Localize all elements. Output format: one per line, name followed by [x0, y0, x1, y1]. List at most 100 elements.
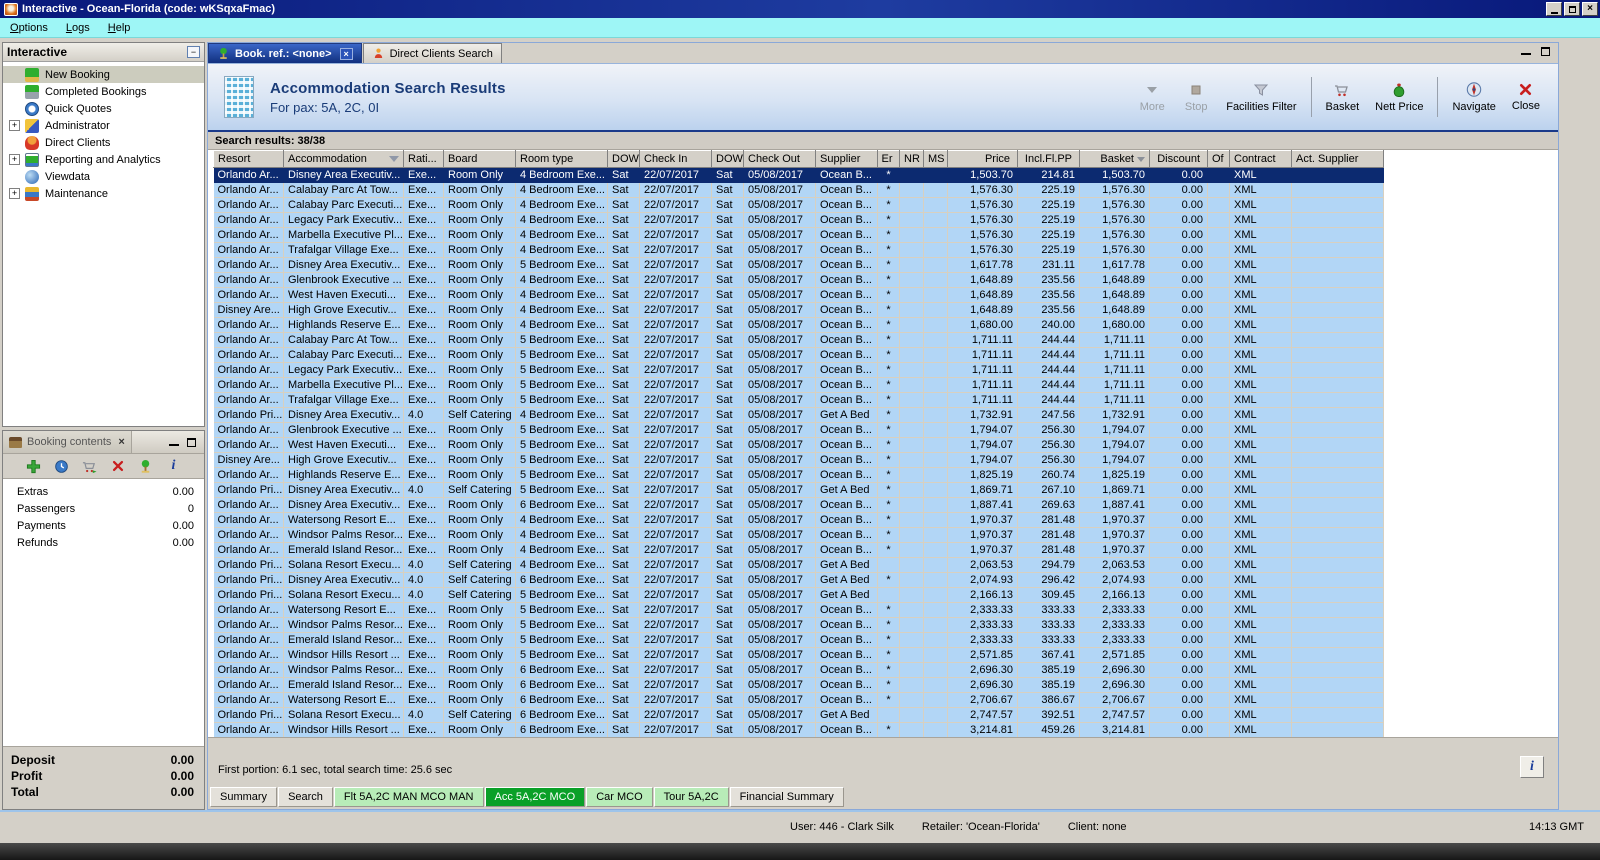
expand-toggle[interactable]: [9, 69, 20, 80]
minimize-button[interactable]: [1546, 2, 1562, 16]
section-tab[interactable]: Flt 5A,2C MAN MCO MAN: [333, 787, 484, 807]
table-row[interactable]: Orlando Ar... Trafalgar Village Exe... Exe…: [213, 392, 1558, 408]
column-header[interactable]: Contract: [1229, 150, 1292, 168]
column-header[interactable]: Discount: [1149, 150, 1208, 168]
expand-toggle[interactable]: +: [9, 154, 20, 165]
column-header[interactable]: Incl.Fl.PP: [1017, 150, 1080, 168]
section-tab[interactable]: Car MCO: [586, 787, 653, 807]
move-to-basket-button[interactable]: [81, 457, 99, 475]
table-row[interactable]: Orlando Ar... Windsor Palms Resor... Exe..…: [213, 527, 1558, 543]
expand-toggle[interactable]: +: [9, 120, 20, 131]
sidebar-item[interactable]: Quick Quotes: [3, 100, 204, 117]
table-row[interactable]: Orlando Ar... Windsor Hills Resort ... Exe…: [213, 647, 1558, 663]
info-button[interactable]: i: [1520, 756, 1544, 778]
expand-toggle[interactable]: [9, 171, 20, 182]
table-row[interactable]: Orlando Pri... Solana Resort Execu... 4.0 …: [213, 587, 1558, 603]
column-header[interactable]: Accommodation: [283, 150, 404, 168]
table-row[interactable]: Orlando Ar... Emerald Island Resor... Exe.…: [213, 677, 1558, 693]
table-row[interactable]: Orlando Pri... Disney Area Executiv... 4.0…: [213, 482, 1558, 498]
booking-contents-row[interactable]: Passengers 0: [3, 500, 204, 517]
column-header[interactable]: Board: [443, 150, 516, 168]
column-header[interactable]: Rati...: [403, 150, 444, 168]
menu-options[interactable]: Options: [10, 22, 48, 34]
table-row[interactable]: Orlando Ar... Emerald Island Resor... Exe.…: [213, 542, 1558, 558]
table-row[interactable]: Orlando Ar... Marbella Executive Pl... Exe…: [213, 227, 1558, 243]
nett-price-button[interactable]: Nett Price: [1367, 78, 1431, 117]
table-row[interactable]: Orlando Ar... Watersong Resort E... Exe...…: [213, 602, 1558, 618]
table-row[interactable]: Orlando Ar... Disney Area Executiv... Exe.…: [213, 167, 1558, 183]
table-row[interactable]: Orlando Ar... Highlands Reserve E... Exe..…: [213, 317, 1558, 333]
table-row[interactable]: Orlando Pri... Disney Area Executiv... 4.0…: [213, 572, 1558, 588]
close-window-button[interactable]: ×: [1582, 2, 1598, 16]
table-row[interactable]: Orlando Ar... Calabay Parc Executi... Exe.…: [213, 347, 1558, 363]
panel-minimize-icon[interactable]: [1521, 47, 1531, 55]
panel-maximize-icon[interactable]: [1541, 47, 1550, 56]
section-tab[interactable]: Search: [278, 787, 333, 807]
booking-contents-tab[interactable]: Booking contents ×: [3, 431, 132, 453]
navigate-button[interactable]: Navigate: [1444, 77, 1503, 117]
table-row[interactable]: Orlando Pri... Disney Area Executiv... 4.0…: [213, 407, 1558, 423]
sidebar-item[interactable]: Completed Bookings: [3, 83, 204, 100]
quick-quote-button[interactable]: [53, 457, 71, 475]
close-tab-icon[interactable]: ×: [339, 47, 353, 60]
column-header[interactable]: Er: [877, 150, 900, 168]
expand-toggle[interactable]: [9, 86, 20, 97]
table-row[interactable]: Orlando Ar... Watersong Resort E... Exe...…: [213, 512, 1558, 528]
booking-contents-row[interactable]: Extras 0.00: [3, 483, 204, 500]
table-row[interactable]: Orlando Ar... Legacy Park Executiv... Exe.…: [213, 362, 1558, 378]
menu-logs[interactable]: Logs: [66, 22, 90, 34]
section-tab[interactable]: Tour 5A,2C: [653, 787, 729, 807]
delete-item-button[interactable]: [109, 457, 127, 475]
stop-button[interactable]: Stop: [1174, 78, 1218, 117]
expand-toggle[interactable]: +: [9, 188, 20, 199]
table-row[interactable]: Orlando Ar... Trafalgar Village Exe... Exe…: [213, 242, 1558, 258]
more-button[interactable]: More: [1130, 78, 1174, 117]
column-header[interactable]: Basket: [1079, 150, 1150, 168]
column-header[interactable]: NR: [899, 150, 924, 168]
table-row[interactable]: Orlando Ar... Windsor Palms Resor... Exe..…: [213, 662, 1558, 678]
collapse-panel-button[interactable]: −: [187, 46, 200, 58]
table-row[interactable]: Orlando Ar... Emerald Island Resor... Exe.…: [213, 632, 1558, 648]
close-panel-icon[interactable]: ×: [118, 436, 124, 448]
table-row[interactable]: Orlando Ar... West Haven Executi... Exe...…: [213, 437, 1558, 453]
table-row[interactable]: Disney Are... High Grove Executiv... Exe..…: [213, 452, 1558, 468]
table-row[interactable]: Orlando Ar... Disney Area Executiv... Exe.…: [213, 497, 1558, 513]
new-booking-button[interactable]: [137, 457, 155, 475]
menu-help[interactable]: Help: [108, 22, 131, 34]
sidebar-item[interactable]: + Administrator: [3, 117, 204, 134]
expand-toggle[interactable]: [9, 137, 20, 148]
table-row[interactable]: Orlando Ar... Glenbrook Executive ... Exe.…: [213, 272, 1558, 288]
info-button[interactable]: i: [165, 457, 183, 475]
table-row[interactable]: Orlando Ar... Calabay Parc At Tow... Exe..…: [213, 182, 1558, 198]
expand-toggle[interactable]: [9, 103, 20, 114]
tab-booking-ref[interactable]: Book. ref.: <none> ×: [208, 43, 362, 63]
column-header[interactable]: DOW: [711, 150, 744, 168]
booking-contents-row[interactable]: Payments 0.00: [3, 517, 204, 534]
column-header[interactable]: Check Out: [743, 150, 816, 168]
table-row[interactable]: Orlando Ar... Windsor Hills Resort ... Exe…: [213, 722, 1558, 737]
table-row[interactable]: Orlando Ar... Calabay Parc At Tow... Exe..…: [213, 332, 1558, 348]
section-tab[interactable]: Financial Summary: [729, 787, 844, 807]
column-header[interactable]: MS: [923, 150, 948, 168]
sidebar-item[interactable]: + Maintenance: [3, 185, 204, 202]
table-row[interactable]: Orlando Ar... Windsor Palms Resor... Exe..…: [213, 617, 1558, 633]
table-row[interactable]: Orlando Ar... Watersong Resort E... Exe...…: [213, 692, 1558, 708]
column-header[interactable]: Check In: [639, 150, 712, 168]
panel-minimize-icon[interactable]: [169, 438, 179, 446]
table-row[interactable]: Orlando Pri... Solana Resort Execu... 4.0 …: [213, 557, 1558, 573]
table-row[interactable]: Orlando Ar... Glenbrook Executive ... Exe.…: [213, 422, 1558, 438]
column-header[interactable]: Supplier: [815, 150, 878, 168]
sidebar-item[interactable]: Viewdata: [3, 168, 204, 185]
section-tab[interactable]: Acc 5A,2C MCO: [484, 787, 586, 807]
column-header[interactable]: DOW: [607, 150, 640, 168]
section-tab[interactable]: Summary: [210, 787, 278, 807]
column-header[interactable]: Resort: [213, 150, 284, 168]
sidebar-item[interactable]: Direct Clients: [3, 134, 204, 151]
table-row[interactable]: Disney Are... High Grove Executiv... Exe..…: [213, 302, 1558, 318]
table-row[interactable]: Orlando Ar... Disney Area Executiv... Exe.…: [213, 257, 1558, 273]
add-item-button[interactable]: [25, 457, 43, 475]
sidebar-item[interactable]: + Reporting and Analytics: [3, 151, 204, 168]
column-header[interactable]: Room type: [515, 150, 608, 168]
booking-contents-row[interactable]: Refunds 0.00: [3, 534, 204, 551]
table-row[interactable]: Orlando Ar... Highlands Reserve E... Exe..…: [213, 467, 1558, 483]
